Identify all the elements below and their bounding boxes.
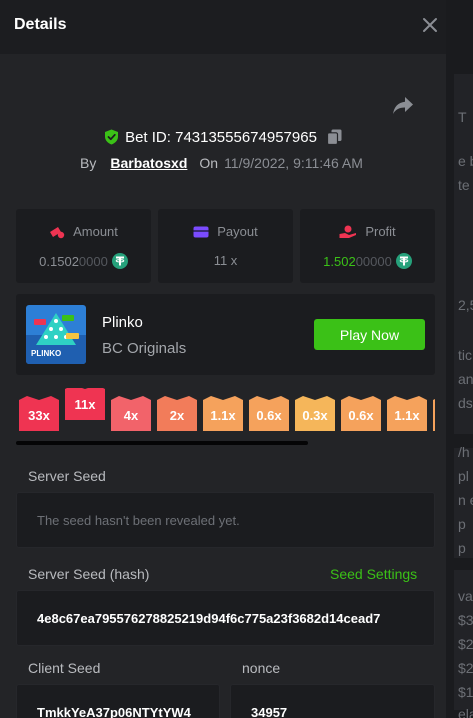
background-text: te (458, 177, 470, 193)
background-text: $1 (458, 684, 473, 700)
server-seed-field: The seed hasn't been revealed yet. (16, 492, 435, 548)
amount-label: Amount (73, 224, 118, 239)
usdt-coin-icon (395, 253, 412, 269)
game-name: Plinko (102, 314, 143, 331)
multiplier-strip[interactable]: 33x 11x 4x 2x 1.1x 0.6x 0.3x 0.6x 1.1x (16, 388, 435, 438)
background-text: e b (458, 153, 473, 169)
amount-value: 0.15020000 (39, 253, 108, 269)
client-seed-value: TmkkYeA37p06NTYtYW4 (37, 705, 191, 718)
usdt-coin-icon (111, 253, 128, 269)
background-text: ds (458, 395, 473, 411)
seed-settings-link[interactable]: Seed Settings (330, 566, 417, 582)
multiplier-chip: 33x (19, 400, 59, 431)
background-text: p (458, 540, 466, 556)
bet-id: Bet ID: 74313555674957965 (125, 128, 317, 146)
background-text: 2,5 (458, 297, 473, 313)
verified-shield-icon (105, 129, 119, 145)
bet-details-panel: Details Bet ID: 74313555674957965 By Bar… (0, 0, 446, 718)
client-seed-label: Client Seed (28, 660, 101, 676)
multiplier-chip: 0.6x (341, 400, 381, 431)
server-seed-label: Server Seed (28, 468, 106, 484)
panel-title: Details (14, 16, 67, 33)
multiplier-scrollbar[interactable] (16, 441, 308, 445)
profit-label: Profit (365, 224, 396, 239)
background-text: n e (458, 492, 473, 508)
nonce-field[interactable]: 34957 (230, 684, 435, 718)
background-text: T (458, 109, 467, 125)
payout-label: Payout (217, 224, 258, 239)
bet-id-row: Bet ID: 74313555674957965 (0, 126, 446, 148)
plinko-thumbnail[interactable]: PLINKO (26, 305, 86, 364)
background-text: va (458, 588, 473, 604)
server-seed-hash-value: 4e8c67ea795576278825219d94f6c775a23f3682… (37, 611, 381, 626)
wallet-icon (193, 226, 209, 237)
multiplier-chip: 4x (111, 400, 151, 431)
background-text: p (458, 516, 466, 532)
profit-card: Profit 1.50200000 (300, 209, 435, 283)
server-seed-hash-field[interactable]: 4e8c67ea795576278825219d94f6c775a23f3682… (16, 590, 435, 646)
background-text: $2 (458, 636, 473, 652)
server-seed-hash-label: Server Seed (hash) (28, 566, 150, 582)
background-text: $2 (458, 660, 473, 676)
background-text: /h (458, 444, 470, 460)
multiplier-chip: 1.1x (203, 400, 243, 431)
profit-value: 1.50200000 (323, 253, 392, 269)
on-label: On (199, 155, 219, 171)
multiplier-chip: 11x (65, 389, 105, 420)
bet-timestamp: 11/9/2022, 9:11:46 AM (224, 155, 363, 171)
multiplier-chip: 0.6x (249, 400, 289, 431)
server-seed-value: The seed hasn't been revealed yet. (37, 513, 240, 528)
multiplier-chip: 0.3x (295, 400, 335, 431)
multiplier-chip: 1.1x (387, 400, 427, 431)
profit-hand-icon (339, 225, 357, 238)
background-text: $3 (458, 612, 473, 628)
multiplier-chip (433, 400, 435, 431)
nonce-label: nonce (242, 660, 281, 676)
share-icon[interactable] (392, 96, 414, 116)
game-card: PLINKO Plinko BC Originals Play Now (16, 294, 435, 375)
panel-header: Details (0, 0, 446, 54)
nonce-value: 34957 (251, 705, 288, 718)
multiplier-chip: 2x (157, 400, 197, 431)
amount-coins-icon (50, 226, 65, 238)
game-provider: BC Originals (102, 340, 187, 357)
client-seed-field[interactable]: TmkkYeA37p06NTYtYW4 (16, 684, 220, 718)
background-text: tic (458, 347, 472, 363)
play-now-button[interactable]: Play Now (314, 319, 425, 350)
payout-value: 11 x (213, 253, 238, 268)
background-text: ela (458, 706, 473, 718)
username-link[interactable]: Barbatosxd (110, 155, 187, 171)
bet-meta-row: By Barbatosxd On 11/9/2022, 9:11:46 AM (80, 154, 363, 172)
close-icon[interactable] (421, 16, 439, 34)
background-text: an (458, 371, 473, 387)
by-label: By (80, 155, 97, 171)
thumbnail-logo-text: PLINKO (31, 349, 61, 358)
amount-card: Amount 0.15020000 (16, 209, 151, 283)
copy-icon[interactable] (326, 129, 342, 145)
payout-card: Payout 11 x (158, 209, 293, 283)
background-text: pl (458, 468, 469, 484)
background-page: T e b te 2,5 tic an ds /h pl n e p p va … (446, 0, 473, 718)
